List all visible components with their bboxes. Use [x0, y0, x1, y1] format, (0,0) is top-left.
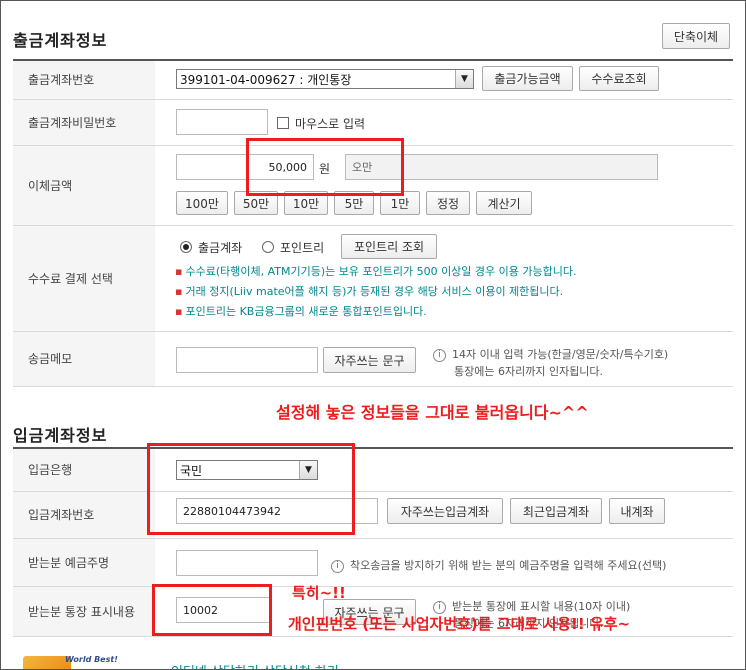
deposit-bank-label: 입금은행	[13, 449, 155, 492]
withdraw-account-select[interactable]: 399101-04-009627 : 개인통장 ▼	[176, 69, 474, 89]
transfer-amount-label: 이체금액	[13, 145, 155, 226]
available-amount-button[interactable]: 출금가능금액	[482, 66, 573, 91]
display-highlight-box	[152, 584, 272, 636]
fee-note-3: ▪ 포인트리는 KB금융그룹의 새로운 통합포인트입니다.	[175, 305, 427, 318]
withdraw-password-label: 출금계좌비밀번호	[13, 99, 155, 146]
recipient-name-note: i 착오송금을 방지하기 위해 받는 분의 예금주명을 입력해 주세요(선택)	[331, 557, 666, 573]
mouse-input-label: 마우스로 입력	[295, 117, 366, 131]
pin-note-annotation: 개인핀번호 (또는 사업자번호)를 그대로 사용!! 유후~	[288, 615, 631, 633]
consult-link[interactable]: 인터넷 상담하기 상담신청 하기	[171, 661, 339, 669]
frequent-deposit-account-button[interactable]: 자주쓰는입금계좌	[387, 498, 503, 524]
direct-transfer-button[interactable]: 단축이체	[662, 23, 730, 49]
recipient-name-input[interactable]	[176, 550, 318, 576]
withdraw-account-label: 출금계좌번호	[13, 61, 155, 100]
my-account-button[interactable]: 내계좌	[609, 498, 665, 524]
point-lookup-button[interactable]: 포인트리 조회	[341, 234, 437, 259]
withdraw-form-table: 출금계좌번호 출금계좌비밀번호 이체금액 수수료 결제 선택 송금메모	[13, 61, 733, 387]
calculator-button[interactable]: 계산기	[476, 191, 532, 215]
deposit-highlight-box	[147, 443, 355, 535]
loaded-settings-annotation: 설정해 놓은 정보들을 그대로 불러옵니다~^^	[276, 403, 589, 422]
recent-deposit-account-button[interactable]: 최근입금계좌	[510, 498, 602, 524]
memo-note-2: 통장에는 6자리까지 인자됩니다.	[454, 365, 604, 378]
correct-amount-button[interactable]: 정정	[426, 191, 470, 215]
recipient-name-label: 받는분 예금주명	[13, 538, 155, 587]
display-note-1: i 받는분 통장에 표시할 내용(10자 이내)	[433, 598, 630, 614]
transfer-form-screen: 출금계좌정보 단축이체 출금계좌번호 출금계좌비밀번호 이체금액 수수료 결제 …	[0, 0, 746, 670]
fee-point-radio-label: 포인트리	[280, 241, 325, 255]
fee-account-radio[interactable]	[180, 241, 192, 253]
especially-annotation: 특히~!!	[292, 584, 346, 602]
mouse-input-checkbox[interactable]	[277, 117, 289, 129]
info-icon: i	[331, 559, 344, 573]
fee-note-1: ▪ 수수료(타행이체, ATM기기등)는 보유 포인트리가 500 이상일 경우 …	[175, 265, 577, 278]
kb-badge-icon	[23, 656, 71, 669]
info-icon: i	[433, 348, 446, 362]
amount-highlight-box	[246, 138, 404, 196]
fee-lookup-button[interactable]: 수수료조회	[579, 66, 659, 91]
memo-note-1: i 14자 이내 입력 가능(한글/영문/숫자/특수기호)	[433, 346, 668, 362]
deposit-account-label: 입금계좌번호	[13, 491, 155, 539]
memo-input[interactable]	[176, 347, 318, 373]
info-icon: i	[433, 600, 446, 614]
fee-point-radio[interactable]	[262, 241, 274, 253]
fee-account-radio-label: 출금계좌	[198, 241, 243, 255]
fee-note-2: ▪ 거래 정지(Liiv mate어플 해지 등)가 등재된 경우 해당 서비스 …	[175, 285, 564, 298]
quick-amount-1m-button[interactable]: 100만	[176, 191, 228, 215]
recipient-display-label: 받는분 통장 표시내용	[13, 586, 155, 637]
withdraw-password-input[interactable]	[176, 109, 268, 135]
badge-text: World Best!	[65, 655, 118, 664]
memo-label: 송금메모	[13, 331, 155, 387]
withdraw-account-selected: 399101-04-009627 : 개인통장	[180, 72, 352, 87]
memo-frequent-phrase-button[interactable]: 자주쓰는 문구	[323, 347, 416, 373]
withdraw-section-title: 출금계좌정보	[13, 31, 108, 50]
fee-payment-label: 수수료 결제 선택	[13, 225, 155, 332]
chevron-down-icon: ▼	[455, 70, 473, 88]
deposit-section-title: 입금계좌정보	[13, 426, 108, 445]
